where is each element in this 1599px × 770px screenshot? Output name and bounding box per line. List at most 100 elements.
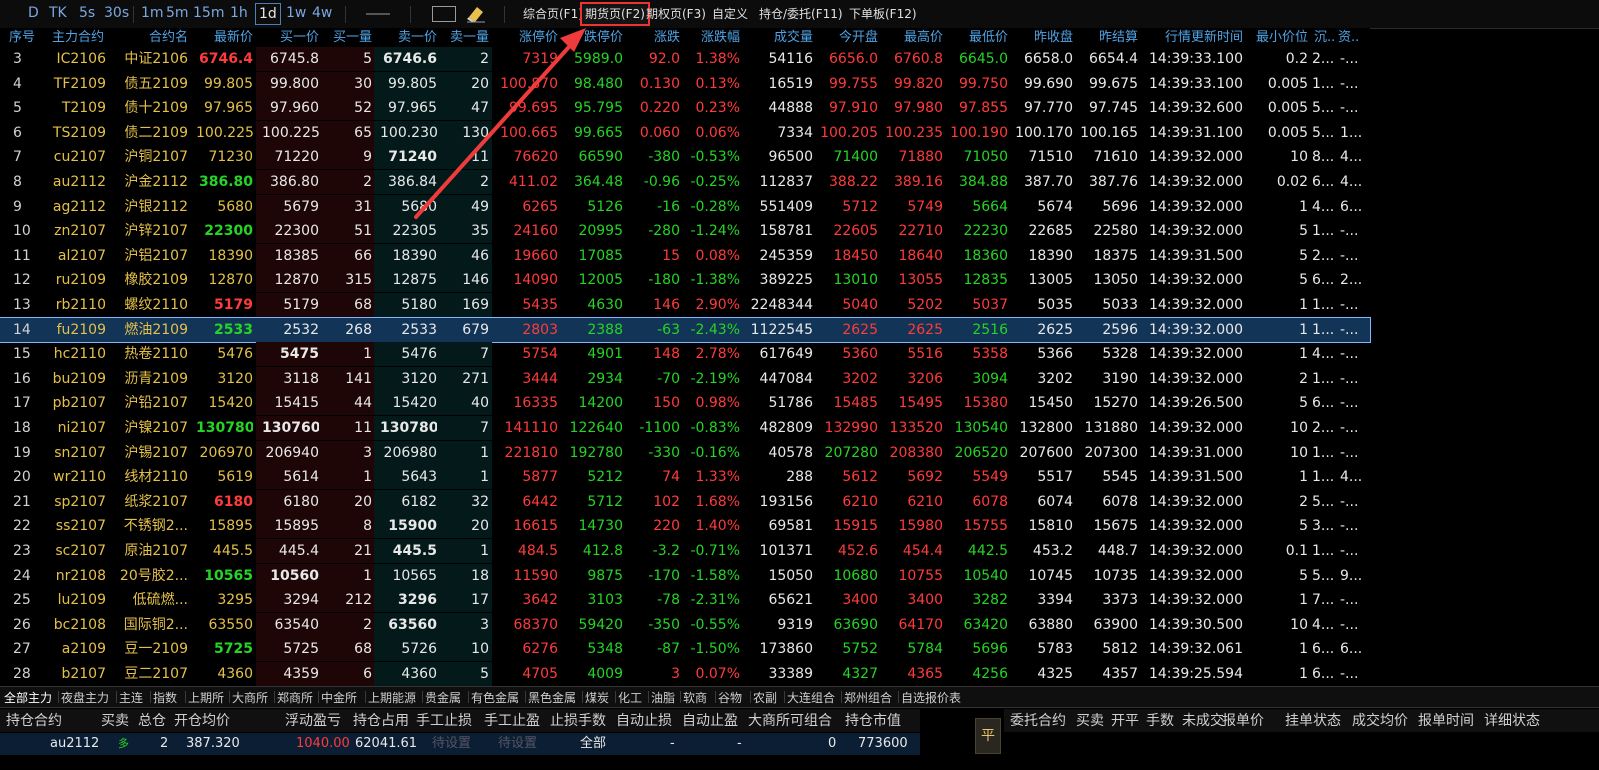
col-header[interactable]: 行情更新时间 xyxy=(1150,28,1243,47)
tab-6[interactable]: 郑商所 xyxy=(277,689,313,706)
page-custom-button[interactable]: 自定义 xyxy=(709,4,751,24)
position-col-header[interactable]: 自动止盈 xyxy=(682,710,738,732)
tab-12[interactable]: 煤炭 xyxy=(585,689,609,706)
quote-row[interactable]: 21 sp2107 纸浆2107 6180 6180 20 6182 32 6442 5712 10… xyxy=(0,489,1370,514)
quote-row[interactable]: 8 au2112 沪金2112 386.80 386.80 2 386.84 2 411.02 3… xyxy=(0,170,1370,194)
col-header[interactable]: 卖一量 xyxy=(437,28,489,47)
order-col-header[interactable]: 报单时间 xyxy=(1418,710,1474,732)
tab-10[interactable]: 有色金属 xyxy=(471,689,519,706)
col-header[interactable]: 最高价 xyxy=(890,28,943,47)
col-header[interactable]: 买一价 xyxy=(266,28,319,47)
quote-row[interactable]: 19 sn2107 沪锡2107 206970 206940 3 206980 1 221810… xyxy=(0,440,1370,465)
period-tk[interactable]: TK xyxy=(49,5,67,21)
page-futures-button[interactable]: 期货页(F2) xyxy=(580,2,650,26)
col-header[interactable]: 昨收盘 xyxy=(1020,28,1073,47)
quote-row[interactable]: 11 al2107 沪铝2107 18390 18385 66 18390 46 19660 17… xyxy=(0,243,1370,268)
col-header[interactable]: 涨跌 xyxy=(630,28,680,47)
tab-13[interactable]: 化工 xyxy=(618,689,642,706)
col-header[interactable]: 序号 xyxy=(9,28,35,47)
quote-row[interactable]: 20 wr2110 线材2110 5619 5614 1 5643 1 5877 5212 74 1.… xyxy=(0,465,1370,490)
quote-row[interactable]: 17 pb2107 沪铅2107 15420 15415 44 15420 40 16335 14… xyxy=(0,391,1370,416)
tab-7[interactable]: 中金所 xyxy=(321,689,357,706)
quote-row[interactable]: 9 ag2112 沪银2112 5680 5679 31 5680 49 6265 5126 -16… xyxy=(0,194,1370,219)
quote-row[interactable]: 10 zn2107 沪锌2107 22300 22300 51 22305 35 24160 20… xyxy=(0,219,1370,244)
col-header[interactable]: 卖一价 xyxy=(384,28,437,47)
stop-quantity[interactable]: 全部 xyxy=(580,733,606,755)
page-positions-button[interactable]: 持仓/委托(F11) xyxy=(756,4,846,24)
quote-row[interactable]: 14 fu2109 燃油2109 2533 2532 268 2533 679 2803 2388… xyxy=(0,316,1371,343)
manual-stop-loss[interactable]: 待设置 xyxy=(432,733,471,755)
position-col-header[interactable]: 持仓市值 xyxy=(845,710,901,732)
position-col-header[interactable]: 总仓 xyxy=(138,710,166,732)
order-col-header[interactable]: 未成交 xyxy=(1182,710,1224,732)
quote-row[interactable]: 6 TS2109 债二2109 100.225 100.225 65 100.230 130 1… xyxy=(0,120,1370,145)
tab-5[interactable]: 大商所 xyxy=(232,689,268,706)
position-col-header[interactable]: 买卖 xyxy=(101,710,129,732)
period-5m[interactable]: 5m xyxy=(166,5,189,21)
eraser-icon[interactable] xyxy=(466,5,486,23)
col-header[interactable]: 最小价位 xyxy=(1250,28,1308,47)
position-col-header[interactable]: 手工止盈 xyxy=(484,710,540,732)
period-4w[interactable]: 4w xyxy=(312,5,332,21)
col-header[interactable]: 今开盘 xyxy=(825,28,878,47)
page-general-button[interactable]: 综合页(F1) xyxy=(520,4,586,24)
position-col-header[interactable]: 浮动盈亏 xyxy=(285,710,341,732)
col-header[interactable]: 资... xyxy=(1338,28,1360,47)
col-header[interactable]: 最低价 xyxy=(955,28,1008,47)
tab-19[interactable]: 郑州组合 xyxy=(844,689,892,706)
period-30s[interactable]: 30s xyxy=(104,5,129,21)
position-col-header[interactable]: 手工止损 xyxy=(416,710,472,732)
quote-row[interactable]: 15 hc2110 热卷2110 5476 5475 1 5476 7 5754 4901 148 2… xyxy=(0,342,1370,367)
order-col-header[interactable]: 开平 xyxy=(1111,710,1139,732)
period-1m[interactable]: 1m xyxy=(141,5,164,21)
quote-row[interactable]: 3 IC2106 中证2106 6746.4 6745.8 5 6746.6 2 7319 598… xyxy=(0,47,1370,71)
tab-15[interactable]: 软商 xyxy=(683,689,707,706)
col-header[interactable]: 主力合约 xyxy=(52,28,104,47)
period-1d[interactable]: 1d xyxy=(255,3,281,25)
quote-row[interactable]: 22 ss2107 不锈钢2... 15895 15895 8 15900 20 16615 14… xyxy=(0,514,1370,539)
quote-row[interactable]: 26 bc2108 国际铜2... 63550 63540 2 63560 3 68370 594… xyxy=(0,612,1370,637)
position-col-header[interactable]: 自动止损 xyxy=(616,710,672,732)
order-col-header[interactable]: 挂单状态 xyxy=(1285,710,1341,732)
tab-17[interactable]: 农副 xyxy=(753,689,777,706)
page-order-board-button[interactable]: 下单板(F12) xyxy=(846,4,920,24)
tab-14[interactable]: 油脂 xyxy=(651,689,675,706)
position-col-header[interactable]: 止损手数 xyxy=(550,710,606,732)
position-col-header[interactable]: 开仓均价 xyxy=(174,710,230,732)
period-1w[interactable]: 1w xyxy=(286,5,306,21)
col-header[interactable]: 最新价 xyxy=(200,28,253,47)
col-header[interactable]: 沉... xyxy=(1314,28,1336,47)
tab-3[interactable]: 指数 xyxy=(153,689,177,706)
line-tool-icon[interactable] xyxy=(366,13,390,15)
quote-row[interactable]: 23 sc2107 原油2107 445.5 445.4 21 445.5 1 484.5 412… xyxy=(0,539,1370,563)
page-options-button[interactable]: 期权页(F3) xyxy=(643,4,709,24)
position-col-header[interactable]: 大商所可组合 xyxy=(748,710,832,732)
col-header[interactable]: 涨停价 xyxy=(505,28,558,47)
order-col-header[interactable]: 手数 xyxy=(1146,710,1174,732)
order-col-header[interactable]: 成交均价 xyxy=(1352,710,1408,732)
close-position-button[interactable]: 平 xyxy=(975,718,1001,754)
order-col-header[interactable]: 委托合约 xyxy=(1010,710,1066,732)
tab-4[interactable]: 上期所 xyxy=(188,689,224,706)
quote-row[interactable]: 24 nr2108 20号胶2... 10565 10560 1 10565 18 11590 9… xyxy=(0,563,1370,588)
quote-row[interactable]: 25 lu2109 低硫燃... 3295 3294 212 3296 17 3642 3103 -… xyxy=(0,588,1370,613)
col-header[interactable]: 成交量 xyxy=(760,28,813,47)
tab-1[interactable]: 夜盘主力 xyxy=(61,689,109,706)
quote-row[interactable]: 12 ru2109 橡胶2109 12870 12870 315 12875 146 14090… xyxy=(0,268,1370,293)
order-col-header[interactable]: 报单价 xyxy=(1222,710,1264,732)
position-col-header[interactable]: 持仓合约 xyxy=(6,710,62,732)
tab-11[interactable]: 黑色金属 xyxy=(528,689,576,706)
order-col-header[interactable]: 详细状态 xyxy=(1484,710,1540,732)
col-header[interactable]: 跌停价 xyxy=(570,28,623,47)
tab-16[interactable]: 谷物 xyxy=(718,689,742,706)
quote-row[interactable]: 28 b2107 豆二2107 4360 4359 6 4360 5 4705 4009 3 0.07… xyxy=(0,662,1370,686)
quote-row[interactable]: 4 TF2109 债五2109 99.805 99.800 30 99.805 20 100.8… xyxy=(0,71,1370,96)
position-col-header[interactable]: 持仓占用 xyxy=(353,710,409,732)
quote-row[interactable]: 7 cu2107 沪铜2107 71230 71220 9 71240 11 76620 6659… xyxy=(0,145,1370,170)
quote-row[interactable]: 27 a2109 豆一2109 5725 5725 68 5726 10 6276 5348 -87… xyxy=(0,637,1370,662)
tab-20[interactable]: 自选报价表 xyxy=(901,689,961,706)
quote-row[interactable]: 16 bu2109 沥青2109 3120 3118 141 3120 271 3444 2934… xyxy=(0,366,1370,391)
col-header[interactable]: 昨结算 xyxy=(1085,28,1138,47)
period-15m[interactable]: 15m xyxy=(193,5,224,21)
tab-2[interactable]: 主连 xyxy=(119,689,143,706)
